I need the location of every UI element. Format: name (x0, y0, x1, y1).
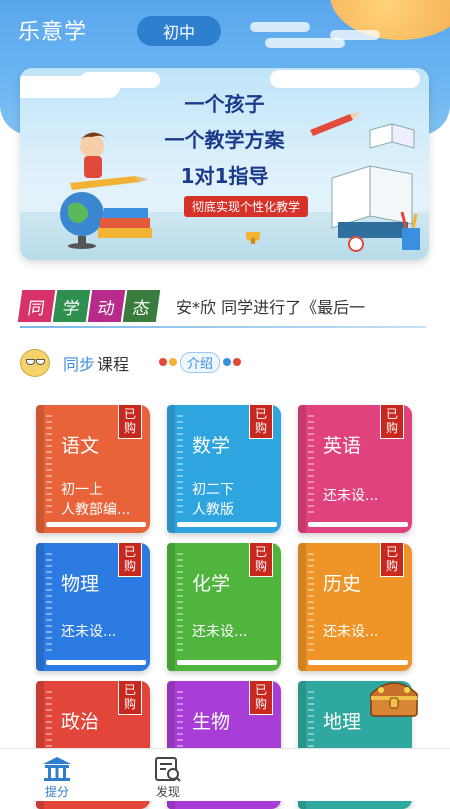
dot-icon (223, 358, 232, 366)
subject-card-math[interactable]: 数学 初二下 人教版 已购 (167, 405, 281, 533)
subject-grid: 语文 初一上 人教部编... 已购 数学 初二下 人教版 已购 英语 还未设..… (20, 393, 430, 809)
subject-grade: 初二下 (192, 482, 234, 498)
subject-name: 数学 (192, 435, 231, 457)
activity-badge: 同 学 动 态 (17, 290, 161, 322)
banner-line-1: 一个孩子 (184, 92, 265, 116)
banner-tagline: 彻底实现个性化教学 (184, 196, 309, 217)
subject-name: 生物 (192, 711, 231, 733)
building-icon (43, 757, 71, 781)
badge-char: 同 (17, 290, 56, 322)
discover-icon (155, 757, 181, 782)
subject-grade: 还未设... (61, 624, 117, 640)
activity-text: 安*欣 同学进行了《最后一 (176, 298, 366, 317)
subject-name: 化学 (192, 573, 231, 595)
purchased-tag: 已购 (118, 405, 142, 439)
subject-name: 地理 (323, 711, 362, 733)
subject-edition: 人教版 (192, 502, 234, 518)
student-activity-ticker[interactable]: 同 学 动 态 安*欣 同学进行了《最后一 (17, 288, 429, 328)
purchased-tag: 已购 (118, 543, 142, 577)
subject-name: 政治 (61, 711, 100, 733)
badge-char: 动 (87, 290, 126, 322)
smiley-face-icon (20, 349, 50, 377)
purchased-tag: 已购 (118, 681, 142, 715)
badge-char: 学 (52, 290, 91, 322)
dot-icon (159, 358, 167, 366)
section-title-sync: 同步 (63, 355, 96, 374)
sync-course-header: 同步 课程 介绍 (20, 347, 320, 377)
cloud-decoration (250, 22, 310, 32)
purchased-tag: 已购 (380, 405, 404, 439)
subject-name: 历史 (323, 573, 362, 595)
subject-name: 语文 (61, 435, 100, 457)
banner-line-3: 1对1指导 (180, 164, 269, 188)
bottom-nav: 提分 发现 (0, 748, 450, 801)
purchased-tag: 已购 (249, 681, 273, 715)
nav-item-discover[interactable]: 发现 (138, 753, 198, 799)
section-title-course: 课程 (97, 355, 130, 374)
subject-card-history[interactable]: 历史 还未设... 已购 (298, 543, 412, 671)
nav-label: 提分 (44, 785, 69, 799)
subject-name: 英语 (323, 435, 362, 457)
purchased-tag: 已购 (380, 543, 404, 577)
treasure-chest-icon[interactable] (367, 676, 421, 720)
subject-grade: 还未设... (323, 488, 379, 504)
subject-grade: 初一上 (61, 482, 103, 498)
intro-label: 介绍 (180, 351, 221, 373)
book-stack-icon (98, 208, 152, 238)
subject-grade: 还未设... (323, 624, 379, 640)
dot-icon (169, 358, 177, 366)
subject-edition: 人教部编... (61, 502, 131, 518)
globe-icon (60, 192, 104, 249)
intro-button[interactable]: 介绍 (158, 351, 242, 373)
subject-card-english[interactable]: 英语 还未设... 已购 (298, 405, 412, 533)
subject-card-chinese[interactable]: 语文 初一上 人教部编... 已购 (36, 405, 150, 533)
grade-selector[interactable]: 初中 (137, 16, 221, 46)
purchased-tag: 已购 (249, 405, 273, 439)
purchased-tag: 已购 (249, 543, 273, 577)
promo-banner[interactable]: 一个孩子 一个教学方案 1对1指导 彻底实现个性化教学 (20, 68, 429, 260)
nav-item-score[interactable]: 提分 (27, 753, 87, 799)
alarm-clock-icon (348, 236, 364, 252)
subject-card-physics[interactable]: 物理 还未设... 已购 (36, 543, 150, 671)
nav-label: 发现 (155, 785, 180, 799)
cloud-decoration (330, 30, 380, 40)
subject-grade: 还未设... (192, 624, 248, 640)
subject-name: 物理 (61, 573, 100, 595)
dot-icon (233, 358, 242, 366)
banner-line-2: 一个教学方案 (164, 128, 285, 152)
badge-char: 态 (122, 290, 161, 322)
subject-card-chemistry[interactable]: 化学 还未设... 已购 (167, 543, 281, 671)
app-title: 乐意学 (18, 20, 88, 45)
trophy-icon (246, 232, 260, 244)
divider (20, 326, 426, 328)
